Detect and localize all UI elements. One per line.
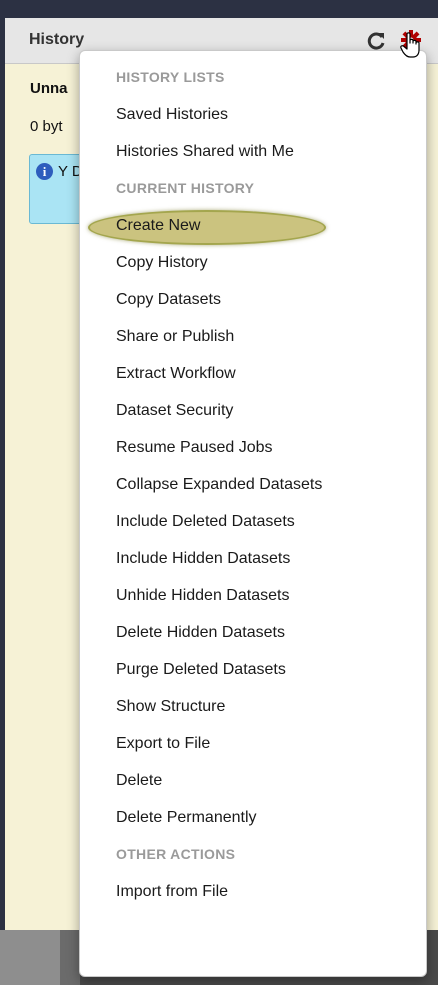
menu-header-other-actions: OTHER ACTIONS	[116, 846, 236, 862]
hand-cursor-icon	[400, 32, 422, 58]
menu-header-history-lists: HISTORY LISTS	[116, 69, 225, 85]
history-size: 0 byt	[30, 118, 63, 135]
menu-item-delete[interactable]: Delete	[80, 762, 426, 799]
history-name[interactable]: Unna	[30, 80, 68, 97]
menu-item-share-or-publish[interactable]: Share or Publish	[80, 318, 426, 355]
menu-header-current-history: CURRENT HISTORY	[116, 180, 255, 196]
menu-item-extract-workflow[interactable]: Extract Workflow	[80, 355, 426, 392]
menu-item-delete-permanently[interactable]: Delete Permanently	[80, 799, 426, 836]
menu-item-delete-hidden-datasets[interactable]: Delete Hidden Datasets	[80, 614, 426, 651]
history-options-menu: HISTORY LISTS Saved Histories Histories …	[79, 50, 427, 977]
menu-item-export-to-file[interactable]: Export to File	[80, 725, 426, 762]
menu-item-dataset-security[interactable]: Dataset Security	[80, 392, 426, 429]
menu-item-create-new[interactable]: Create New	[80, 207, 426, 245]
menu-item-collapse-expanded-datasets[interactable]: Collapse Expanded Datasets	[80, 466, 426, 503]
menu-item-copy-datasets[interactable]: Copy Datasets	[80, 281, 426, 318]
menu-item-import-from-file[interactable]: Import from File	[80, 873, 426, 910]
menu-item-histories-shared[interactable]: Histories Shared with Me	[80, 133, 426, 170]
menu-item-saved-histories[interactable]: Saved Histories	[80, 96, 426, 133]
refresh-icon[interactable]	[365, 30, 387, 52]
menu-item-include-hidden-datasets[interactable]: Include Hidden Datasets	[80, 540, 426, 577]
menu-item-resume-paused-jobs[interactable]: Resume Paused Jobs	[80, 429, 426, 466]
panel-title: History	[29, 31, 85, 48]
menu-item-show-structure[interactable]: Show Structure	[80, 688, 426, 725]
menu-item-purge-deleted-datasets[interactable]: Purge Deleted Datasets	[80, 651, 426, 688]
menu-item-include-deleted-datasets[interactable]: Include Deleted Datasets	[80, 503, 426, 540]
top-bar	[0, 0, 438, 18]
menu-item-copy-history[interactable]: Copy History	[80, 244, 426, 281]
info-icon: i	[36, 163, 53, 180]
menu-item-unhide-hidden-datasets[interactable]: Unhide Hidden Datasets	[80, 577, 426, 614]
